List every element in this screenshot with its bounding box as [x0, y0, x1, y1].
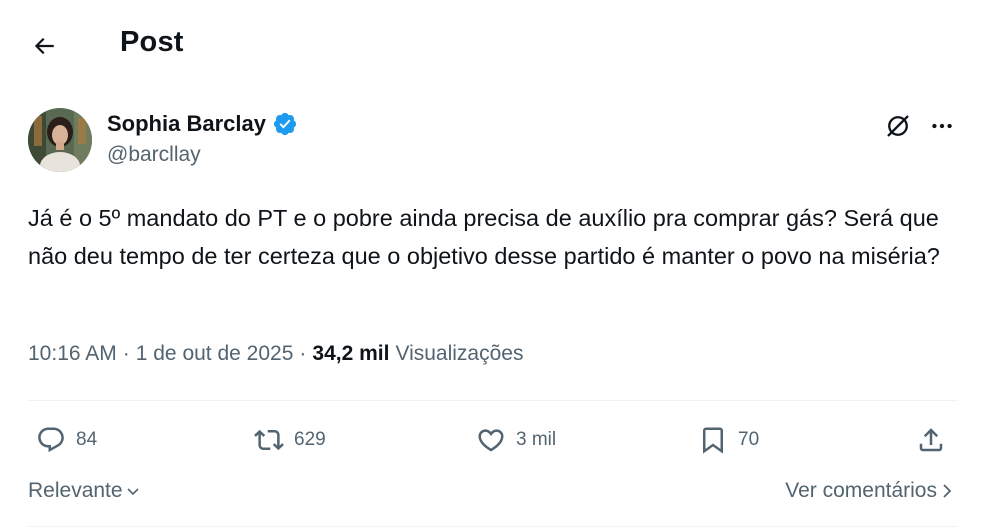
reply-button[interactable]: 84 — [36, 418, 97, 462]
author-name-text: Sophia Barclay — [107, 111, 266, 136]
heart-icon — [478, 429, 504, 452]
post-meta: 10:16 AM · 1 de out de 2025 · 34,2 mil V… — [28, 342, 523, 366]
reply-count: 84 — [76, 429, 98, 450]
divider — [28, 526, 958, 527]
grok-button[interactable] — [882, 110, 914, 142]
author-handle[interactable]: @barcllay — [107, 143, 201, 167]
post-date[interactable]: 1 de out de 2025 — [136, 342, 294, 366]
share-icon — [919, 428, 943, 452]
page-header: Post — [0, 0, 984, 90]
views-label: Visualizações — [395, 342, 524, 365]
post-time[interactable]: 10:16 AM — [28, 342, 117, 366]
sort-label: Relevante — [28, 479, 123, 502]
arrow-left-icon — [34, 37, 54, 55]
page-title: Post — [120, 26, 184, 58]
like-count: 3 mil — [516, 429, 557, 450]
chevron-down-icon — [126, 488, 139, 496]
repost-icon — [254, 429, 284, 451]
views-count: 34,2 mil — [312, 342, 390, 365]
sort-dropdown[interactable]: Relevante — [28, 479, 140, 503]
more-dots-icon — [932, 123, 952, 129]
bookmark-icon — [703, 427, 723, 454]
separator-dot: · — [299, 342, 307, 365]
view-comments-link[interactable]: Ver comentários — [785, 479, 954, 503]
bookmark-button[interactable]: 70 — [698, 418, 759, 462]
reply-icon — [38, 427, 64, 453]
repost-button[interactable]: 629 — [254, 418, 326, 462]
chevron-right-icon — [943, 484, 952, 498]
bookmark-count: 70 — [738, 429, 760, 450]
back-button[interactable] — [26, 28, 62, 64]
grok-icon — [887, 115, 909, 137]
more-options-button[interactable] — [926, 110, 958, 142]
verified-badge-icon[interactable] — [272, 111, 298, 137]
action-bar: 84 629 3 mil 70 — [28, 418, 958, 462]
avatar[interactable] — [28, 108, 92, 172]
post-page: Post Sophia Barclay @barcllay Já é o 5º … — [0, 0, 984, 529]
like-button[interactable]: 3 mil — [476, 418, 556, 462]
separator-dot: · — [122, 342, 130, 365]
post-text: Já é o 5º mandato do PT e o pobre ainda … — [28, 205, 940, 269]
view-comments-label: Ver comentários — [785, 479, 937, 502]
repost-count: 629 — [294, 429, 326, 450]
divider — [28, 400, 958, 401]
author-name[interactable]: Sophia Barclay — [107, 111, 298, 137]
share-button[interactable] — [916, 418, 946, 462]
